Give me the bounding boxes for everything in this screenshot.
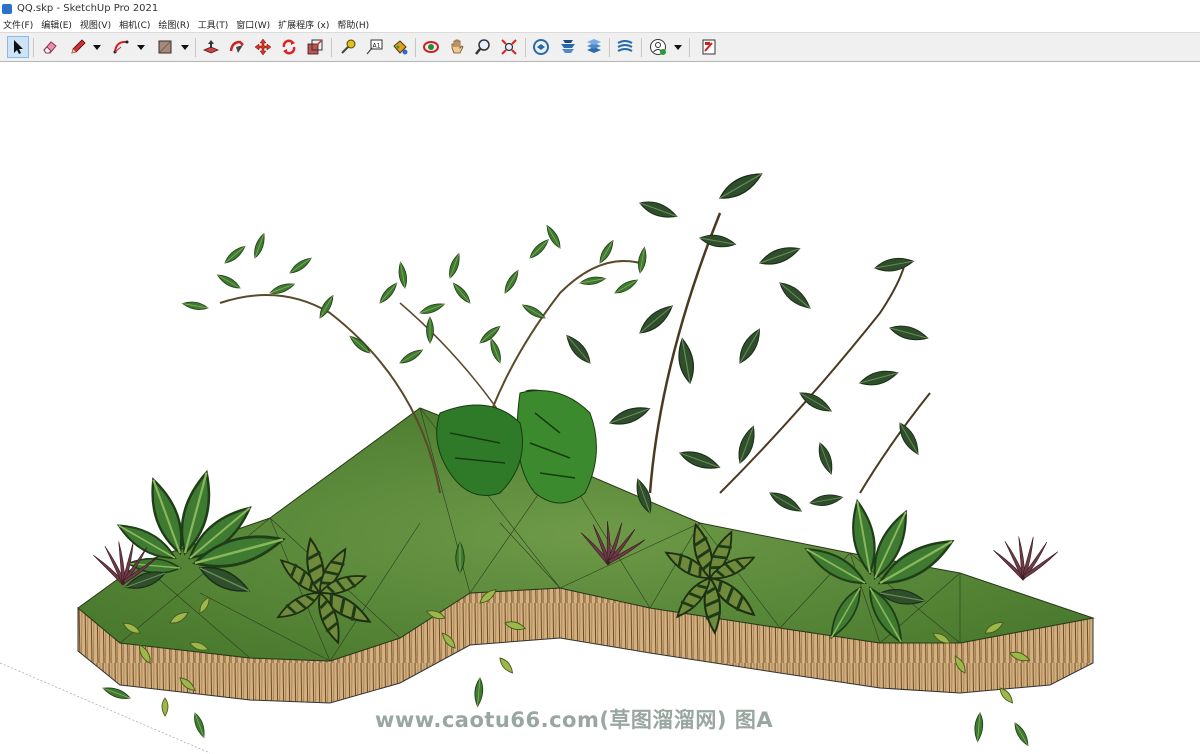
toolbar-separator <box>525 38 526 57</box>
chevron-down-icon <box>137 45 145 50</box>
zoom-extents-icon <box>501 39 517 55</box>
site-watermark: www.caotu66.com(草图溜溜网) 图A <box>375 708 774 732</box>
toolbar-separator <box>415 38 416 57</box>
menu-view[interactable]: 视图(V) <box>77 18 116 31</box>
text-tool-button[interactable]: A1 <box>363 36 385 58</box>
chevron-down-icon <box>181 45 189 50</box>
pan-hand-icon <box>451 39 464 54</box>
sandbox-button[interactable] <box>614 36 636 58</box>
window-title: QQ.skp - SketchUp Pro 2021 <box>17 3 159 14</box>
3d-warehouse-icon <box>533 39 549 55</box>
paint-bucket-icon <box>393 40 408 55</box>
pencil-line-icon <box>71 39 86 54</box>
extension-warehouse-button[interactable] <box>557 36 579 58</box>
tape-measure-tool-button[interactable] <box>337 36 359 58</box>
eraser-icon <box>43 41 57 54</box>
scale-icon <box>307 39 323 55</box>
menu-edit[interactable]: 编辑(E) <box>38 18 77 31</box>
menu-draw[interactable]: 绘图(R) <box>155 18 194 31</box>
text-label-icon: A1 <box>366 39 383 55</box>
account-button[interactable] <box>647 36 669 58</box>
arc-tool-button[interactable] <box>110 36 132 58</box>
toolbar-separator <box>609 38 610 57</box>
menu-file[interactable]: 文件(F) <box>0 18 38 31</box>
menu-tools[interactable]: 工具(T) <box>195 18 234 31</box>
chevron-down-icon <box>674 45 682 50</box>
move-tool-button[interactable] <box>252 36 274 58</box>
planter-scene <box>0 167 1095 754</box>
menu-window[interactable]: 窗口(W) <box>233 18 275 31</box>
line-tool-dropdown[interactable] <box>92 36 102 58</box>
move-icon <box>254 38 272 56</box>
pan-tool-button[interactable] <box>446 36 468 58</box>
menu-camera[interactable]: 相机(C) <box>116 18 155 31</box>
toolbar-separator <box>689 38 690 57</box>
3d-warehouse-button[interactable] <box>530 36 552 58</box>
arc-icon <box>113 40 129 54</box>
menu-help[interactable]: 帮助(H) <box>334 18 374 31</box>
rotate-icon <box>282 39 296 55</box>
toolbar-separator <box>33 38 34 57</box>
orbit-icon <box>423 41 439 53</box>
layout-icon <box>587 39 601 53</box>
chevron-down-icon <box>93 45 101 50</box>
tape-measure-icon <box>341 39 356 54</box>
zoom-tool-button[interactable] <box>472 36 494 58</box>
orbit-tool-button[interactable] <box>420 36 442 58</box>
shape-tool-button[interactable] <box>154 36 176 58</box>
follow-me-tool-button[interactable] <box>226 36 248 58</box>
menu-extensions[interactable]: 扩展程序 (x) <box>275 18 334 31</box>
layout-button[interactable] <box>583 36 605 58</box>
shape-tool-dropdown[interactable] <box>180 36 190 58</box>
account-icon <box>650 39 666 55</box>
svg-text:A1: A1 <box>373 43 381 50</box>
arc-tool-dropdown[interactable] <box>136 36 146 58</box>
menu-bar: 文件(F) 编辑(E) 视图(V) 相机(C) 绘图(R) 工具(T) 窗口(W… <box>0 17 1200 32</box>
push-pull-tool-button[interactable] <box>200 36 222 58</box>
zoom-extents-tool-button[interactable] <box>498 36 520 58</box>
toolbar-separator <box>331 38 332 57</box>
rotate-tool-button[interactable] <box>278 36 300 58</box>
toolbar-separator <box>641 38 642 57</box>
toolbar-separator <box>195 38 196 57</box>
extension-warehouse-icon <box>561 40 575 53</box>
push-pull-icon <box>202 40 220 54</box>
rectangle-icon <box>158 40 172 54</box>
line-tool-button[interactable] <box>67 36 89 58</box>
zoom-icon <box>475 39 490 55</box>
sandbox-icon <box>617 40 633 52</box>
model-viewport[interactable]: www.caotu66.com(草图溜溜网) 图A <box>0 63 1200 754</box>
account-dropdown[interactable] <box>673 36 683 58</box>
scale-tool-button[interactable] <box>304 36 326 58</box>
title-bar: QQ.skp - SketchUp Pro 2021 <box>0 0 1200 17</box>
send-to-layout-button[interactable] <box>698 36 720 58</box>
paint-bucket-tool-button[interactable] <box>389 36 411 58</box>
sketchup-app-icon <box>2 3 12 14</box>
main-toolbar: A1 <box>0 32 1200 62</box>
select-arrow-icon <box>14 40 23 54</box>
follow-me-icon <box>229 40 244 53</box>
eraser-tool-button[interactable] <box>39 36 61 58</box>
select-tool-button[interactable] <box>7 36 29 58</box>
send-to-layout-icon <box>702 39 716 55</box>
